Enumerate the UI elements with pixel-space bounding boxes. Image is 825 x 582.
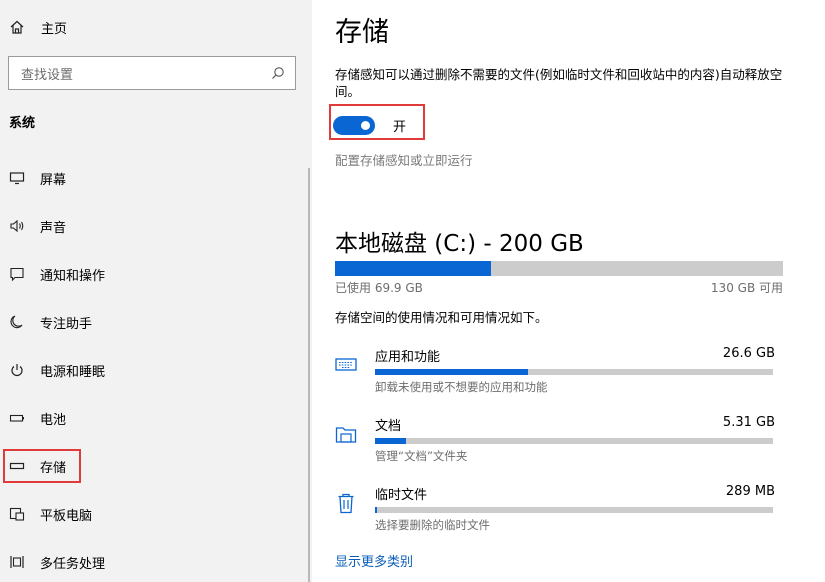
sidebar-item-label: 屏幕 <box>40 172 67 188</box>
disk-usage-fill <box>335 261 492 276</box>
disk-usage-bar <box>335 261 783 276</box>
show-more-categories-link[interactable]: 显示更多类别 <box>335 551 413 570</box>
home-icon <box>10 20 24 34</box>
page-title: 存储 <box>335 17 389 48</box>
sidebar-item-power-sleep[interactable]: 电源和睡眠 <box>0 350 308 390</box>
sidebar: 主页 查找设置 系统 屏幕 声音 通知和操作 专注助手 电源和睡眠 电池 存储 … <box>0 0 312 582</box>
category-bar-fill <box>375 438 406 444</box>
sidebar-item-label: 平板电脑 <box>40 508 93 524</box>
monitor-icon <box>9 170 25 186</box>
category-bar <box>375 507 773 513</box>
configure-storage-sense-link[interactable]: 配置存储感知或立即运行 <box>335 150 473 169</box>
search-icon[interactable] <box>271 66 285 80</box>
category-bar <box>375 369 773 375</box>
sidebar-item-label: 多任务处理 <box>40 556 106 572</box>
speaker-icon <box>9 218 25 234</box>
search-input[interactable]: 查找设置 <box>21 64 73 83</box>
battery-icon <box>9 410 25 426</box>
storage-sense-toggle[interactable] <box>333 116 375 135</box>
storage-sense-description: 存储感知可以通过删除不需要的文件(例如临时文件和回收站中的内容)自动释放空间。 <box>335 67 783 99</box>
moon-icon <box>9 314 25 330</box>
search-box[interactable]: 查找设置 <box>8 56 296 90</box>
sidebar-home-label: 主页 <box>41 21 68 37</box>
multitask-icon <box>9 554 25 570</box>
sidebar-item-display[interactable]: 屏幕 <box>0 158 308 198</box>
category-size: 5.31 GB <box>722 415 775 430</box>
category-size: 289 MB <box>725 484 775 499</box>
disk-title: 本地磁盘 (C:) - 200 GB <box>335 231 584 257</box>
category-description: 卸载未使用或不想要的应用和功能 <box>375 380 548 394</box>
tablet-icon <box>9 506 25 522</box>
sidebar-item-multitasking[interactable]: 多任务处理 <box>0 542 308 582</box>
sidebar-item-label: 声音 <box>40 220 67 236</box>
category-name: 应用和功能 <box>375 350 441 365</box>
category-apps-features[interactable]: 应用和功能 26.6 GB 卸载未使用或不想要的应用和功能 <box>335 346 775 396</box>
category-bar <box>375 438 773 444</box>
usage-info-text: 存储空间的使用情况和可用情况如下。 <box>335 310 548 325</box>
sidebar-item-sound[interactable]: 声音 <box>0 206 308 246</box>
category-name: 临时文件 <box>375 488 428 503</box>
disk-available-label: 130 GB 可用 <box>710 281 783 295</box>
power-icon <box>9 362 25 378</box>
sidebar-item-tablet[interactable]: 平板电脑 <box>0 494 308 534</box>
folder-icon <box>335 427 357 443</box>
sidebar-item-label: 专注助手 <box>40 316 93 332</box>
toggle-highlight-box: 开 <box>329 104 425 140</box>
sidebar-scrollbar[interactable] <box>308 168 310 582</box>
sidebar-item-label: 通知和操作 <box>40 268 106 284</box>
notification-icon <box>9 266 25 282</box>
sidebar-item-label: 电池 <box>40 412 67 428</box>
trash-icon <box>338 493 354 514</box>
toggle-state-label: 开 <box>393 120 407 135</box>
keyboard-icon <box>335 358 357 371</box>
category-bar-fill <box>375 507 377 513</box>
category-bar-fill <box>375 369 529 375</box>
category-size: 26.6 GB <box>722 346 775 361</box>
sidebar-item-battery[interactable]: 电池 <box>0 398 308 438</box>
category-description: 管理“文档”文件夹 <box>375 449 468 463</box>
disk-used-label: 已使用 69.9 GB <box>335 281 423 295</box>
highlight-box <box>3 449 81 483</box>
sidebar-item-storage[interactable]: 存储 <box>0 446 308 486</box>
toggle-knob <box>361 121 370 130</box>
category-name: 文档 <box>375 419 402 434</box>
sidebar-item-focus-assist[interactable]: 专注助手 <box>0 302 308 342</box>
sidebar-item-label: 电源和睡眠 <box>40 364 106 380</box>
sidebar-item-notifications[interactable]: 通知和操作 <box>0 254 308 294</box>
sidebar-home[interactable]: 主页 <box>9 16 67 38</box>
category-temp-files[interactable]: 临时文件 289 MB 选择要删除的临时文件 <box>335 484 775 534</box>
category-description: 选择要删除的临时文件 <box>375 518 490 532</box>
section-title-system: 系统 <box>9 116 36 131</box>
category-documents[interactable]: 文档 5.31 GB 管理“文档”文件夹 <box>335 415 775 465</box>
